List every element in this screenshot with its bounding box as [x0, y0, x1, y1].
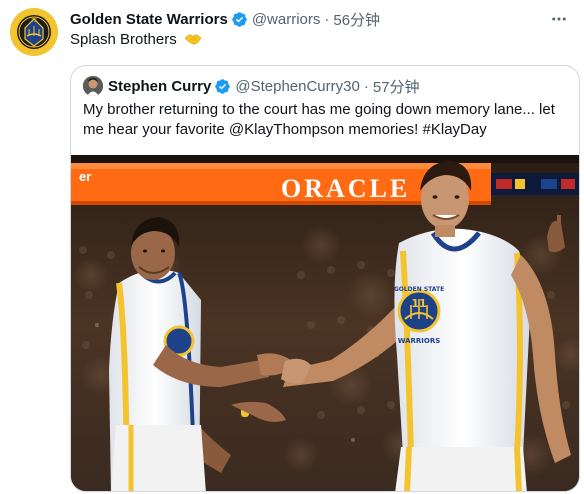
more-options-icon[interactable]	[548, 8, 570, 30]
quoted-author-name: Stephen Curry	[108, 77, 212, 95]
handshake-emoji-icon	[184, 34, 202, 45]
jersey-text: WARRIORS	[398, 337, 441, 345]
quoted-timestamp: 57分钟	[372, 78, 420, 96]
tweet[interactable]: 75 Golden State Warriors @warriors · 56分…	[0, 0, 584, 494]
jersey-number: 11	[411, 297, 426, 310]
tweet-header: Golden State Warriors @warriors · 56分钟	[70, 8, 570, 30]
quoted-tweet-photo[interactable]: er ORACLE 11 GOLDEN STATE WARRIORS	[71, 155, 579, 491]
warriors-logo-icon: 75	[10, 8, 58, 56]
splash-brothers-photo: er ORACLE 11 GOLDEN STATE WARRIORS	[71, 155, 579, 491]
quoted-separator-dot: ·	[363, 77, 369, 95]
timestamp[interactable]: 56分钟	[333, 9, 380, 30]
separator-dot: ·	[324, 10, 330, 28]
oracle-banner-text: ORACLE	[281, 174, 410, 203]
verified-badge-icon	[232, 11, 247, 27]
svg-text:75: 75	[31, 18, 37, 24]
quoted-tweet-text: My brother returning to the court has me…	[83, 101, 555, 138]
quoted-tweet-header: Stephen Curry @StephenCurry30 · 57分钟	[83, 76, 420, 96]
author-name[interactable]: Golden State Warriors	[70, 11, 228, 28]
tweet-text-content: Splash Brothers	[70, 31, 177, 48]
quoted-author-handle: @StephenCurry30	[235, 77, 360, 95]
author-handle[interactable]: @warriors	[252, 11, 321, 28]
jersey-text-top: GOLDEN STATE	[394, 286, 444, 293]
verified-badge-icon	[215, 78, 231, 94]
quoted-tweet[interactable]: Stephen Curry @StephenCurry30 · 57分钟 My …	[70, 65, 580, 492]
stephen-curry-avatar	[83, 76, 103, 96]
warriors-avatar[interactable]: 75	[10, 8, 58, 56]
svg-text:er: er	[79, 169, 91, 184]
tweet-text: Splash Brothers	[70, 31, 202, 48]
